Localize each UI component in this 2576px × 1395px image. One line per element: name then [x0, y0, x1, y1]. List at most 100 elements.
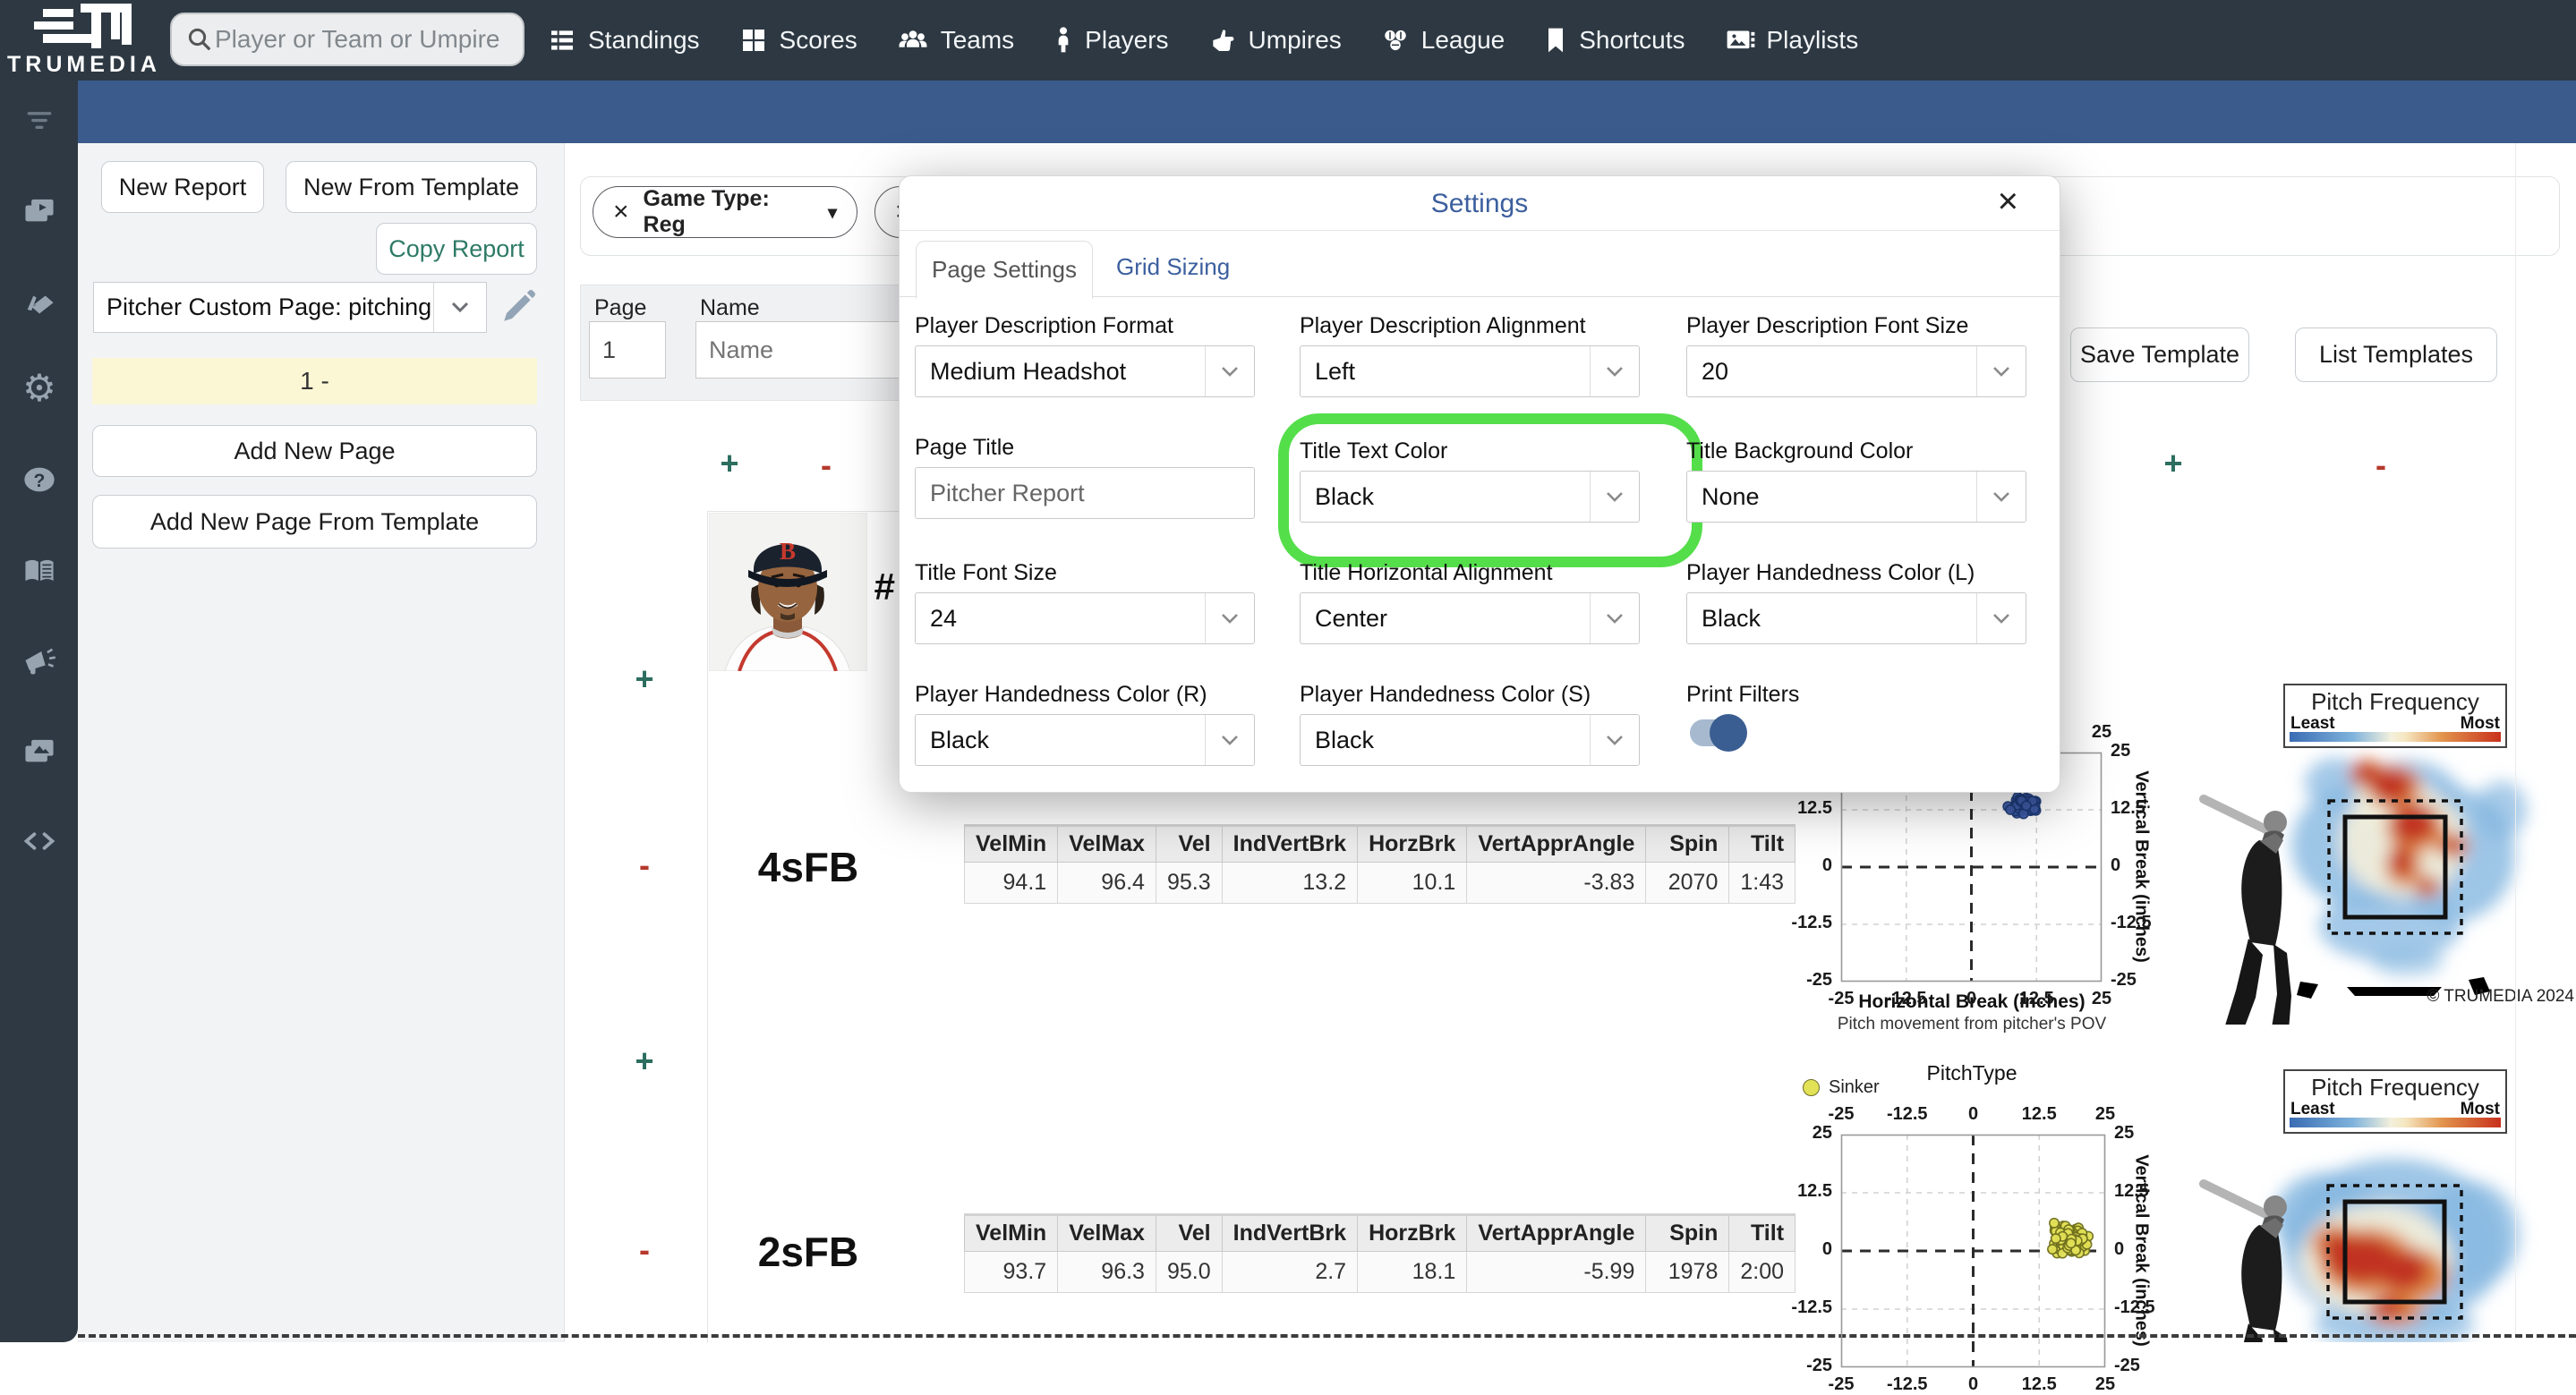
trumedia-logo[interactable]: TRUMEDIA — [5, 2, 158, 79]
title-background-color-select[interactable]: None — [1686, 471, 2026, 523]
field-label: Player Description Font Size — [1686, 313, 1969, 338]
col-header[interactable]: VertApprAngle — [1466, 824, 1647, 863]
col-header[interactable]: VertApprAngle — [1466, 1213, 1647, 1252]
remove-column-button[interactable]: - — [2366, 447, 2396, 484]
nav-items: Standings Scores Teams Players Umpires L… — [548, 0, 1858, 81]
nav-scores[interactable]: Scores — [739, 26, 857, 55]
report-select[interactable]: Pitcher Custom Page: pitching -... — [93, 282, 487, 333]
remove-row-button[interactable]: - — [629, 1231, 660, 1269]
axis-tick-label: 25 — [2111, 741, 2131, 761]
megaphone-icon[interactable] — [21, 642, 57, 678]
add-new-page-from-template-button[interactable]: Add New Page From Template — [92, 495, 537, 549]
col-header[interactable]: VelMin — [963, 824, 1059, 863]
nav-umpires[interactable]: Umpires — [1208, 26, 1342, 55]
remove-column-button[interactable]: - — [811, 447, 841, 484]
player-handedness-color-s-select[interactable]: Black — [1300, 714, 1640, 766]
col-header[interactable]: HorzBrk — [1357, 824, 1468, 863]
axis-tick-label: 25 — [1812, 1123, 1832, 1143]
print-filters-toggle[interactable] — [1690, 714, 1747, 752]
copy-report-button[interactable]: Copy Report — [376, 223, 537, 275]
col-header[interactable]: VelMax — [1057, 1213, 1156, 1252]
chevron-down-icon — [1976, 346, 2026, 396]
col-header[interactable]: VelMin — [963, 1213, 1059, 1252]
gear-icon[interactable]: ⚙ — [21, 370, 57, 407]
tab-grid-sizing[interactable]: Grid Sizing — [1116, 253, 1230, 281]
chevron-down-icon — [1590, 346, 1639, 396]
report-toolbar-strip — [78, 81, 2576, 143]
stat-cell: 93.7 — [963, 1251, 1059, 1293]
chevron-down-icon — [1205, 346, 1254, 396]
col-header[interactable]: HorzBrk — [1357, 1213, 1468, 1252]
remove-filter-icon[interactable]: × — [613, 197, 629, 227]
stat-cell: 1978 — [1645, 1251, 1730, 1293]
player-description-font-size-select[interactable]: 20 — [1686, 345, 2026, 397]
scatter2-legend: Sinker — [1803, 1077, 1880, 1098]
add-column-button[interactable]: + — [2158, 445, 2188, 482]
legend-label: Sinker — [1829, 1077, 1880, 1097]
search-input[interactable] — [213, 24, 503, 55]
remove-row-button[interactable]: - — [629, 846, 660, 884]
col-header[interactable]: Spin — [1645, 1213, 1730, 1252]
flashcards-icon[interactable] — [21, 283, 57, 319]
axis-tick-label: 12.5 — [2018, 989, 2054, 1008]
page-list-item-active[interactable]: 1 - — [92, 358, 537, 404]
axis-tick-label: -12.5 — [1885, 989, 1927, 1008]
search-icon — [188, 28, 211, 51]
axis-tick-label: -25 — [2111, 970, 2137, 990]
save-template-button[interactable]: Save Template — [2070, 327, 2249, 382]
new-report-button[interactable]: New Report — [101, 161, 264, 213]
col-header[interactable]: IndVertBrk — [1221, 824, 1359, 863]
col-header[interactable]: VelMax — [1057, 824, 1156, 863]
filter-icon[interactable] — [21, 102, 57, 138]
player-description-alignment-select[interactable]: Left — [1300, 345, 1640, 397]
page-number-input[interactable] — [589, 321, 666, 379]
code-icon[interactable] — [21, 823, 57, 859]
nav-players[interactable]: Players — [1053, 26, 1169, 55]
top-navigation-bar: TRUMEDIA Standings Scores — [0, 0, 2576, 81]
nav-shortcuts[interactable]: Shortcuts — [1544, 26, 1685, 55]
scale-min-label: Least — [2290, 1100, 2335, 1119]
player-handedness-color-l-select[interactable]: Black — [1686, 592, 2026, 644]
add-row-button[interactable]: + — [629, 660, 660, 698]
stat-cell: -5.99 — [1466, 1251, 1647, 1293]
new-from-template-button[interactable]: New From Template — [286, 161, 537, 213]
axis-tick-label: 25 — [2091, 989, 2112, 1008]
edit-report-name-icon[interactable] — [499, 288, 537, 330]
filter-chip-game-type[interactable]: × Game Type: Reg ▾ — [593, 186, 857, 238]
close-icon[interactable]: × — [1998, 183, 2018, 219]
nav-playlists[interactable]: Playlists — [1725, 26, 1858, 55]
scores-icon — [742, 30, 764, 51]
chevron-down-icon — [1590, 472, 1639, 522]
list-templates-button[interactable]: List Templates — [2295, 327, 2497, 382]
image-gallery-icon[interactable] — [21, 732, 57, 768]
col-header[interactable]: Vel — [1155, 824, 1223, 863]
player-description-format-select[interactable]: Medium Headshot — [915, 345, 1255, 397]
nav-standings[interactable]: Standings — [548, 26, 700, 55]
book-icon[interactable] — [21, 553, 57, 589]
title-horizontal-alignment-select[interactable]: Center — [1300, 592, 1640, 644]
add-row-button[interactable]: + — [629, 1042, 660, 1080]
global-search[interactable] — [170, 13, 525, 66]
content-right-border — [2515, 143, 2516, 1334]
axis-tick-label: -25 — [1828, 1374, 1855, 1394]
axis-tick-label: -25 — [2114, 1356, 2140, 1375]
help-icon[interactable]: ? — [21, 462, 57, 498]
player-handedness-color-r-select[interactable]: Black — [915, 714, 1255, 766]
col-header[interactable]: IndVertBrk — [1221, 1213, 1359, 1252]
legend-swatch-sinker — [1803, 1079, 1820, 1096]
title-font-size-select[interactable]: 24 — [915, 592, 1255, 644]
add-new-page-button[interactable]: Add New Page — [92, 425, 537, 477]
video-reel-icon[interactable] — [21, 191, 57, 227]
col-header[interactable]: Spin — [1645, 824, 1730, 863]
field-label: Title Font Size — [915, 560, 1057, 585]
nav-league[interactable]: League — [1381, 26, 1505, 55]
title-text-color-select[interactable]: Black — [1300, 471, 1640, 523]
col-header[interactable]: Vel — [1155, 1213, 1223, 1252]
field-label: Player Handedness Color (S) — [1300, 682, 1591, 707]
x-axis-subtitle: Pitch movement from pitcher's POV — [1837, 1015, 2107, 1033]
tab-page-settings[interactable]: Page Settings — [916, 241, 1093, 299]
add-column-button[interactable]: + — [714, 445, 745, 482]
page-title-input[interactable] — [915, 467, 1255, 519]
nav-teams[interactable]: Teams — [897, 26, 1014, 55]
chevron-down-icon — [1590, 593, 1639, 643]
